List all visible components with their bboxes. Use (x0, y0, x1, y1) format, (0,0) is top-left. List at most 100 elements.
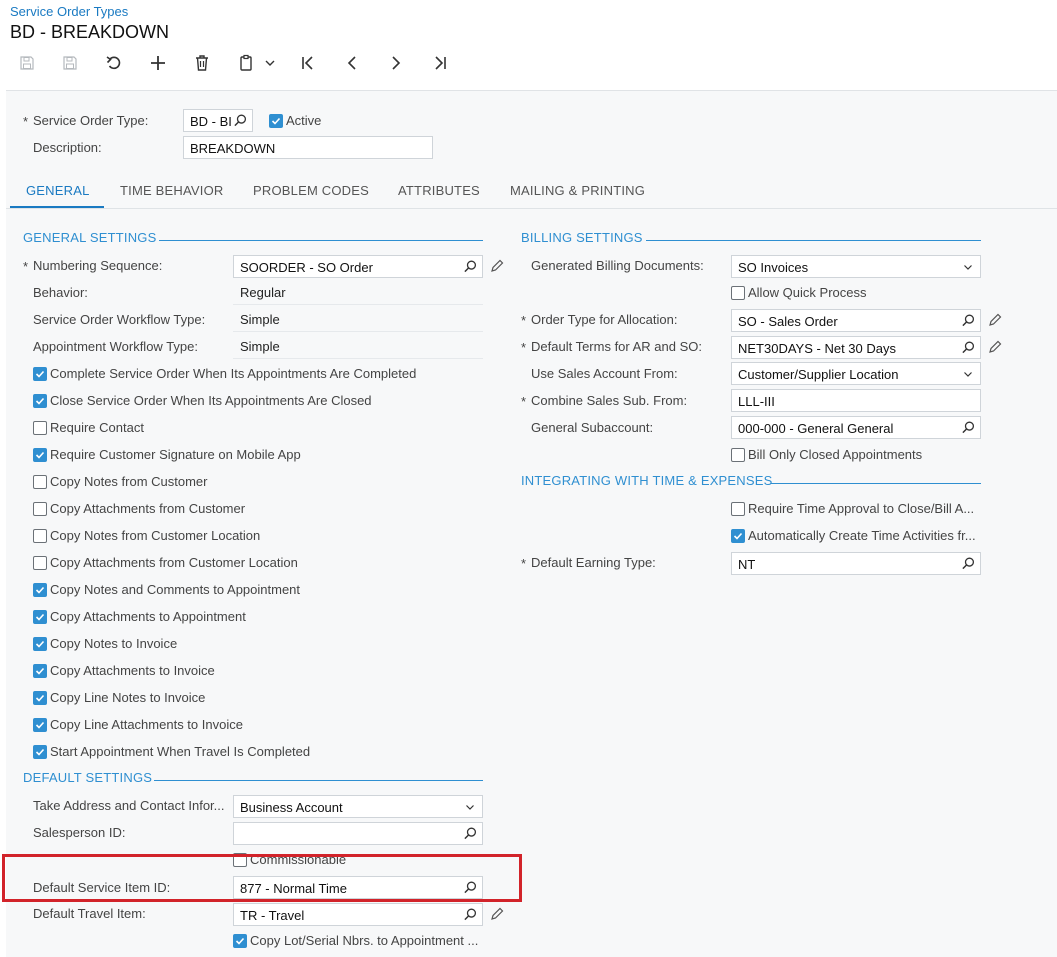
bill-only-closed-checkbox[interactable] (731, 448, 745, 462)
edit-icon[interactable] (489, 906, 505, 922)
so-workflow-label: Service Order Workflow Type: (33, 312, 206, 327)
default-travel-item-value: TR - Travel (240, 908, 305, 923)
general-setting-checkbox[interactable] (33, 556, 47, 570)
chevron-down-icon[interactable] (962, 261, 974, 273)
search-icon[interactable] (233, 113, 248, 128)
general-setting-checkbox[interactable] (33, 745, 47, 759)
general-setting-checkbox[interactable] (33, 718, 47, 732)
tab-attributes[interactable]: ATTRIBUTES (398, 183, 480, 198)
active-tab-indicator (10, 206, 104, 208)
required-mark: * (521, 340, 527, 355)
search-icon[interactable] (463, 826, 478, 841)
section-divider (646, 240, 981, 241)
previous-icon[interactable] (339, 50, 365, 76)
default-terms-label: Default Terms for AR and SO: (531, 339, 702, 354)
appt-workflow-label: Appointment Workflow Type: (33, 339, 198, 354)
edit-icon[interactable] (489, 258, 505, 274)
delete-icon[interactable] (189, 50, 215, 76)
active-label: Active (286, 113, 322, 128)
general-setting-checkbox[interactable] (33, 475, 47, 489)
search-icon[interactable] (463, 907, 478, 922)
take-address-select[interactable]: Business Account (233, 795, 483, 818)
tab-time-behavior[interactable]: TIME BEHAVIOR (120, 183, 223, 198)
field-underline (233, 331, 483, 332)
chevron-down-icon[interactable] (257, 50, 283, 76)
description-label: Description: (33, 140, 102, 155)
numbering-sequence-selector[interactable]: SOORDER - SO Order (233, 255, 483, 278)
copy-lot-label: Copy Lot/Serial Nbrs. to Appointment ... (250, 933, 479, 948)
required-mark: * (23, 259, 29, 274)
save-close-icon[interactable] (57, 50, 83, 76)
general-setting-checkbox[interactable] (33, 691, 47, 705)
tab-general[interactable]: GENERAL (26, 183, 90, 198)
default-terms-selector[interactable]: NET30DAYS - Net 30 Days (731, 336, 981, 359)
field-underline (233, 304, 483, 305)
search-icon[interactable] (961, 556, 976, 571)
combine-sales-sub-input[interactable]: LLL-III (731, 389, 981, 412)
allow-quick-process-label: Allow Quick Process (748, 285, 867, 300)
tab-problem-codes[interactable]: PROBLEM CODES (253, 183, 369, 198)
salesperson-label: Salesperson ID: (33, 825, 126, 840)
undo-icon[interactable] (101, 50, 127, 76)
search-icon[interactable] (961, 313, 976, 328)
general-subaccount-selector[interactable]: 000-000 - General General (731, 416, 981, 439)
general-setting-checkbox[interactable] (33, 637, 47, 651)
take-address-label: Take Address and Contact Infor... (33, 798, 225, 813)
first-icon[interactable] (295, 50, 321, 76)
appt-workflow-value: Simple (240, 339, 280, 354)
general-setting-label: Copy Notes from Customer (50, 474, 208, 489)
salesperson-selector[interactable] (233, 822, 483, 845)
general-setting-checkbox[interactable] (33, 664, 47, 678)
edit-icon[interactable] (987, 312, 1003, 328)
chevron-down-icon[interactable] (962, 368, 974, 380)
general-setting-label: Copy Notes to Invoice (50, 636, 178, 651)
default-earning-type-label: Default Earning Type: (531, 555, 656, 570)
copy-lot-checkbox[interactable] (233, 934, 247, 948)
order-type-allocation-selector[interactable]: SO - Sales Order (731, 309, 981, 332)
general-setting-checkbox[interactable] (33, 367, 47, 381)
general-setting-checkbox[interactable] (33, 610, 47, 624)
edit-icon[interactable] (987, 339, 1003, 355)
generated-billing-select[interactable]: SO Invoices (731, 255, 981, 278)
service-order-type-selector[interactable]: BD - BI (183, 109, 253, 132)
auto-create-time-label: Automatically Create Time Activities fr.… (748, 528, 976, 543)
tab-mailing-printing[interactable]: MAILING & PRINTING (510, 183, 645, 198)
generated-billing-value: SO Invoices (738, 260, 809, 275)
copy-paste-icon[interactable] (233, 50, 259, 76)
save-icon[interactable] (14, 50, 40, 76)
search-icon[interactable] (961, 340, 976, 355)
required-mark: * (521, 313, 527, 328)
last-icon[interactable] (427, 50, 453, 76)
allow-quick-process-checkbox[interactable] (731, 286, 745, 300)
section-divider (771, 483, 981, 484)
take-address-value: Business Account (240, 800, 343, 815)
required-mark: * (521, 556, 527, 571)
use-sales-account-select[interactable]: Customer/Supplier Location (731, 362, 981, 385)
auto-create-time-checkbox[interactable] (731, 529, 745, 543)
highlight-box (2, 854, 522, 902)
default-earning-type-selector[interactable]: NT (731, 552, 981, 575)
default-settings-title: DEFAULT SETTINGS (23, 770, 153, 785)
general-setting-checkbox[interactable] (33, 583, 47, 597)
default-travel-item-selector[interactable]: TR - Travel (233, 903, 483, 926)
service-order-type-label: Service Order Type: (33, 113, 149, 128)
chevron-down-icon[interactable] (464, 801, 476, 813)
general-setting-checkbox[interactable] (33, 502, 47, 516)
active-checkbox[interactable] (269, 114, 283, 128)
breadcrumb[interactable]: Service Order Types (10, 4, 128, 19)
general-setting-checkbox[interactable] (33, 448, 47, 462)
search-icon[interactable] (961, 420, 976, 435)
add-icon[interactable] (145, 50, 171, 76)
order-type-allocation-value: SO - Sales Order (738, 314, 838, 329)
general-setting-checkbox[interactable] (33, 394, 47, 408)
require-time-approval-checkbox[interactable] (731, 502, 745, 516)
time-expenses-title: INTEGRATING WITH TIME & EXPENSES (521, 473, 773, 488)
general-setting-checkbox[interactable] (33, 529, 47, 543)
search-icon[interactable] (463, 259, 478, 274)
general-setting-checkbox[interactable] (33, 421, 47, 435)
general-setting-label: Complete Service Order When Its Appointm… (50, 366, 417, 381)
tabs-divider (6, 208, 1057, 209)
next-icon[interactable] (383, 50, 409, 76)
description-input[interactable]: BREAKDOWN (183, 136, 433, 159)
form-panel (6, 90, 1057, 957)
